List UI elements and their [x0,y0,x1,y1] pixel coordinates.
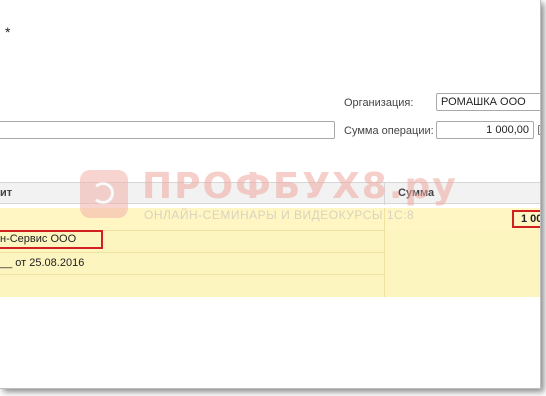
organization-label: Организация: [344,97,414,109]
document-window: * Организация: РОМАШКА ООО Сумма операци… [0,0,541,389]
row-sum-value[interactable]: 1 000 [521,213,540,225]
modified-marker: * [5,24,11,40]
amount-value: 1 000,00 [486,124,529,136]
column-divider [384,183,385,205]
organization-value: РОМАШКА ООО [441,96,526,108]
amount-field[interactable]: 1 000,00 [436,121,534,139]
row-divider [0,274,384,275]
organization-field[interactable]: РОМАШКА ООО [436,93,540,111]
amount-label: Сумма операции: [344,125,434,137]
column-sum[interactable]: Сумма [398,187,434,199]
row-counterparty[interactable]: н-Сервис ООО [0,233,76,245]
table-header: ит Сумма [0,182,540,205]
column-credit[interactable]: ит [0,187,12,199]
row-column-divider [384,208,385,297]
postings-table: ит Сумма 1 000 н-Сервис ООО __ от 25.08.… [0,182,540,297]
comment-field[interactable] [0,121,335,139]
calculator-icon[interactable] [538,125,540,135]
row-document[interactable]: __ от 25.08.2016 [0,257,84,269]
table-row[interactable] [0,208,540,230]
row-divider [0,252,384,253]
